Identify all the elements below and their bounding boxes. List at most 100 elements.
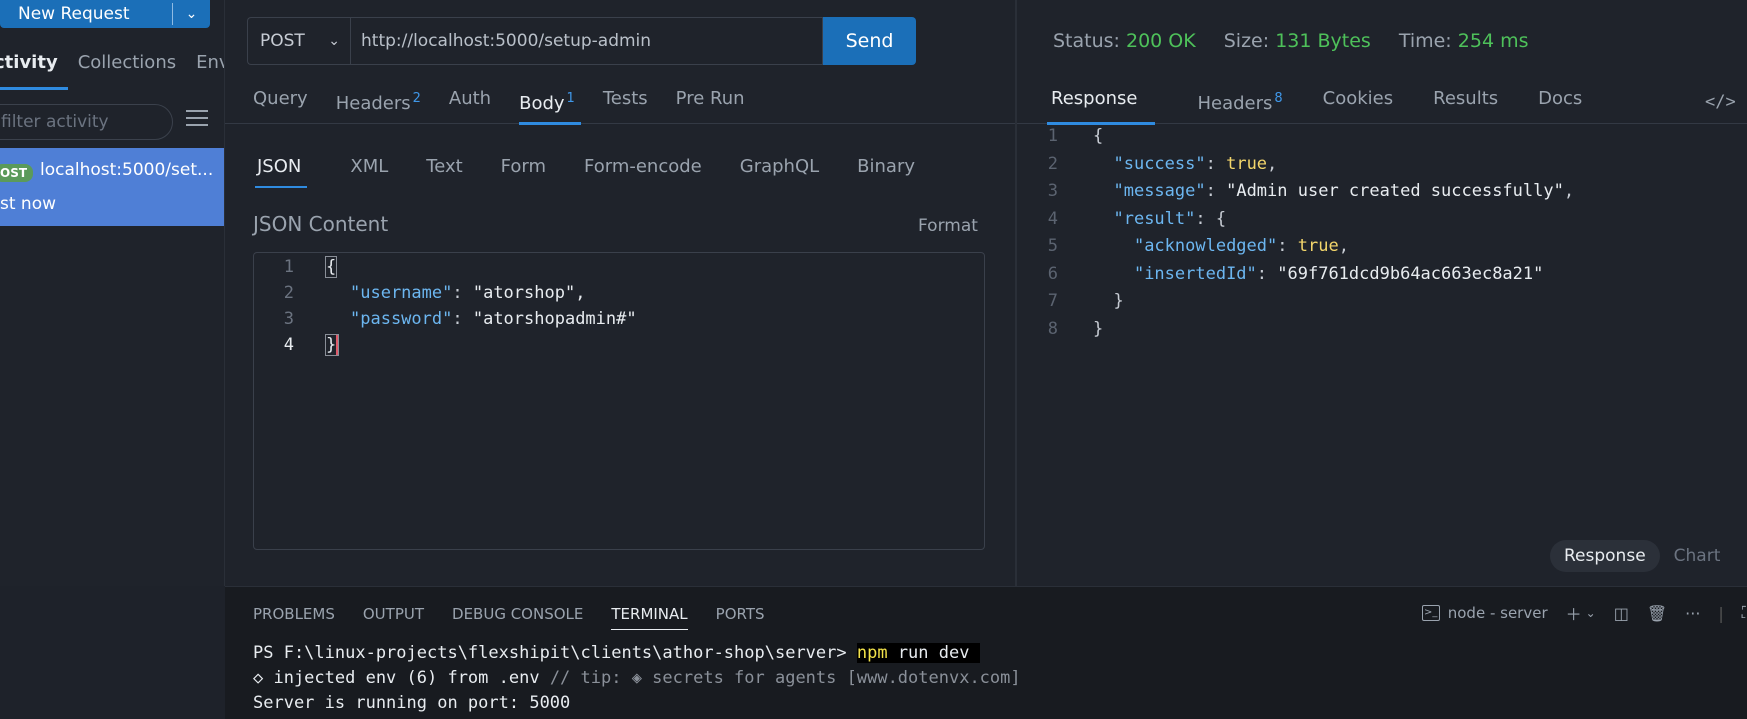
code-icon[interactable]: </> <box>1705 92 1736 112</box>
terminal-line: Server is running on port: 5000 <box>253 693 571 713</box>
line-number: 1 <box>1047 126 1058 146</box>
tab-response-headers[interactable]: Headers 8 <box>1177 84 1302 124</box>
body-tab-xml[interactable]: XML <box>331 150 407 190</box>
body-tab-binary[interactable]: Binary <box>838 150 934 190</box>
response-line: 1 { <box>1017 126 1747 154</box>
body-tab-graphql[interactable]: GraphQL <box>721 150 838 190</box>
tab-badge: 2 <box>412 91 421 106</box>
tab-terminal[interactable]: TERMINAL <box>611 605 688 630</box>
tab-query[interactable]: Query <box>225 84 322 124</box>
line-number: 3 <box>283 309 294 329</box>
tab-output[interactable]: OUTPUT <box>363 605 424 630</box>
response-tabs: Response Headers 8 Cookies Results Docs <box>1017 84 1747 125</box>
menu-icon[interactable] <box>186 110 208 130</box>
json-key: "insertedId" <box>1133 263 1257 284</box>
line-number: 1 <box>283 257 294 277</box>
sidebar-tab-activity[interactable]: ctivity <box>0 50 68 90</box>
tab-response[interactable]: Response <box>1017 84 1177 125</box>
line-number: 5 <box>1047 236 1058 256</box>
chevron-down-icon[interactable]: ⌄ <box>173 6 210 22</box>
tab-label: Auth <box>448 88 492 109</box>
sidebar: New Request ⌄ ctivity Collections Env fi… <box>0 0 224 586</box>
tab-label: Pre Run <box>675 88 745 109</box>
tab-problems[interactable]: PROBLEMS <box>253 605 335 630</box>
tab-docs[interactable]: Docs <box>1518 84 1602 124</box>
request-panel: POST ⌄ http://localhost:5000/setup-admin… <box>225 0 1015 586</box>
terminal-icon: >_ <box>1421 605 1440 621</box>
time-value: 254 ms <box>1457 30 1529 52</box>
tab-label: Results <box>1433 88 1499 109</box>
filter-activity-input[interactable]: filter activity <box>0 104 173 140</box>
tab-body[interactable]: Body 1 <box>505 84 589 125</box>
new-request-button[interactable]: New Request ⌄ <box>0 0 210 28</box>
json-key: "success" <box>1113 153 1206 174</box>
code-text: "success": true, <box>1113 153 1278 174</box>
view-response-option[interactable]: Response <box>1550 540 1660 572</box>
maximize-icon[interactable]: ⛶ <box>1742 603 1747 623</box>
tab-results[interactable]: Results <box>1413 84 1518 124</box>
method-badge: OST <box>0 164 34 182</box>
size-info: Size: 131 Bytes <box>1224 30 1371 52</box>
sidebar-tab-env[interactable]: Env <box>186 50 224 90</box>
tab-headers[interactable]: Headers 2 <box>322 84 435 124</box>
plus-icon[interactable]: ＋ <box>1566 601 1582 625</box>
code-text: "acknowledged": true, <box>1133 236 1349 256</box>
editor-line: 4 } <box>254 334 984 361</box>
response-line: 6 "insertedId": "69f761dcd9b64ac663ec8a2… <box>1017 264 1747 292</box>
tab-ports[interactable]: PORTS <box>716 605 765 630</box>
method-select[interactable]: POST ⌄ <box>247 17 350 65</box>
more-icon[interactable]: ··· <box>1685 604 1700 623</box>
tab-label: Response <box>1051 88 1138 109</box>
activity-item[interactable]: OST localhost:5000/set... st now <box>0 148 224 226</box>
output-text: ◇ injected env (6) from .env <box>253 668 550 688</box>
body-tab-json[interactable]: JSON <box>225 150 331 190</box>
tab-pre-run[interactable]: Pre Run <box>662 84 759 124</box>
command-bin: npm <box>856 643 888 663</box>
response-line: 8 } <box>1017 319 1747 347</box>
line-number: 2 <box>1047 153 1058 174</box>
body-tab-form-encode[interactable]: Form-encode <box>565 150 721 190</box>
editor-line: 3 "password": "atorshopadmin#" <box>254 309 984 335</box>
json-content-label: JSON Content <box>253 212 389 236</box>
split-icon[interactable]: ◫ <box>1614 604 1629 623</box>
activity-time: st now <box>0 194 57 214</box>
code-text: } <box>1093 291 1124 311</box>
tab-debug-console[interactable]: DEBUG CONSOLE <box>452 605 583 630</box>
tab-label: Body <box>519 93 565 114</box>
send-button[interactable]: Send <box>823 17 916 65</box>
response-view-toggle: Response Chart <box>1550 540 1734 572</box>
format-button[interactable]: Format <box>918 216 978 236</box>
url-input[interactable]: http://localhost:5000/setup-admin <box>350 17 823 65</box>
json-editor[interactable]: 1 { 2 "username": "atorshop", 3 "passwor… <box>253 252 985 550</box>
line-number: 4 <box>283 335 294 355</box>
view-chart-option[interactable]: Chart <box>1660 540 1735 572</box>
tab-tests[interactable]: Tests <box>589 84 662 124</box>
sidebar-tabs: ctivity Collections Env <box>0 50 224 90</box>
tab-cookies[interactable]: Cookies <box>1303 84 1413 124</box>
terminal-session[interactable]: >_ node - server <box>1421 604 1548 622</box>
line-number: 4 <box>1047 208 1058 229</box>
body-tab-form[interactable]: Form <box>482 150 565 190</box>
terminal-output[interactable]: PS F:\linux-projects\flexshipit\clients\… <box>253 643 1021 718</box>
new-request-label: New Request <box>18 4 130 24</box>
line-number: 8 <box>1047 318 1058 339</box>
divider: | <box>1718 603 1724 623</box>
session-label: node - server <box>1447 604 1548 622</box>
json-value: "69f761dcd9b64ac663ec8a21" <box>1277 263 1544 284</box>
json-value: true <box>1226 153 1268 174</box>
code-text: } <box>324 334 340 356</box>
tab-auth[interactable]: Auth <box>435 84 505 124</box>
chevron-down-icon[interactable]: ⌄ <box>1586 606 1596 620</box>
status-label: Status: <box>1053 30 1120 52</box>
tab-label: Docs <box>1538 88 1583 109</box>
editor-line: 1 { <box>254 256 984 283</box>
response-line: 5 "acknowledged": true, <box>1017 236 1747 264</box>
body-tab-text[interactable]: Text <box>407 150 481 190</box>
terminal-panel: PROBLEMS OUTPUT DEBUG CONSOLE TERMINAL P… <box>225 586 1747 719</box>
response-line: 3 "message": "Admin user created success… <box>1017 181 1747 209</box>
code-text: "result": { <box>1113 208 1227 229</box>
response-line: 2 "success": true, <box>1017 154 1747 182</box>
sidebar-tab-collections[interactable]: Collections <box>68 50 186 90</box>
trash-icon[interactable]: 🗑 <box>1647 604 1667 623</box>
response-line: 7 } <box>1017 291 1747 319</box>
